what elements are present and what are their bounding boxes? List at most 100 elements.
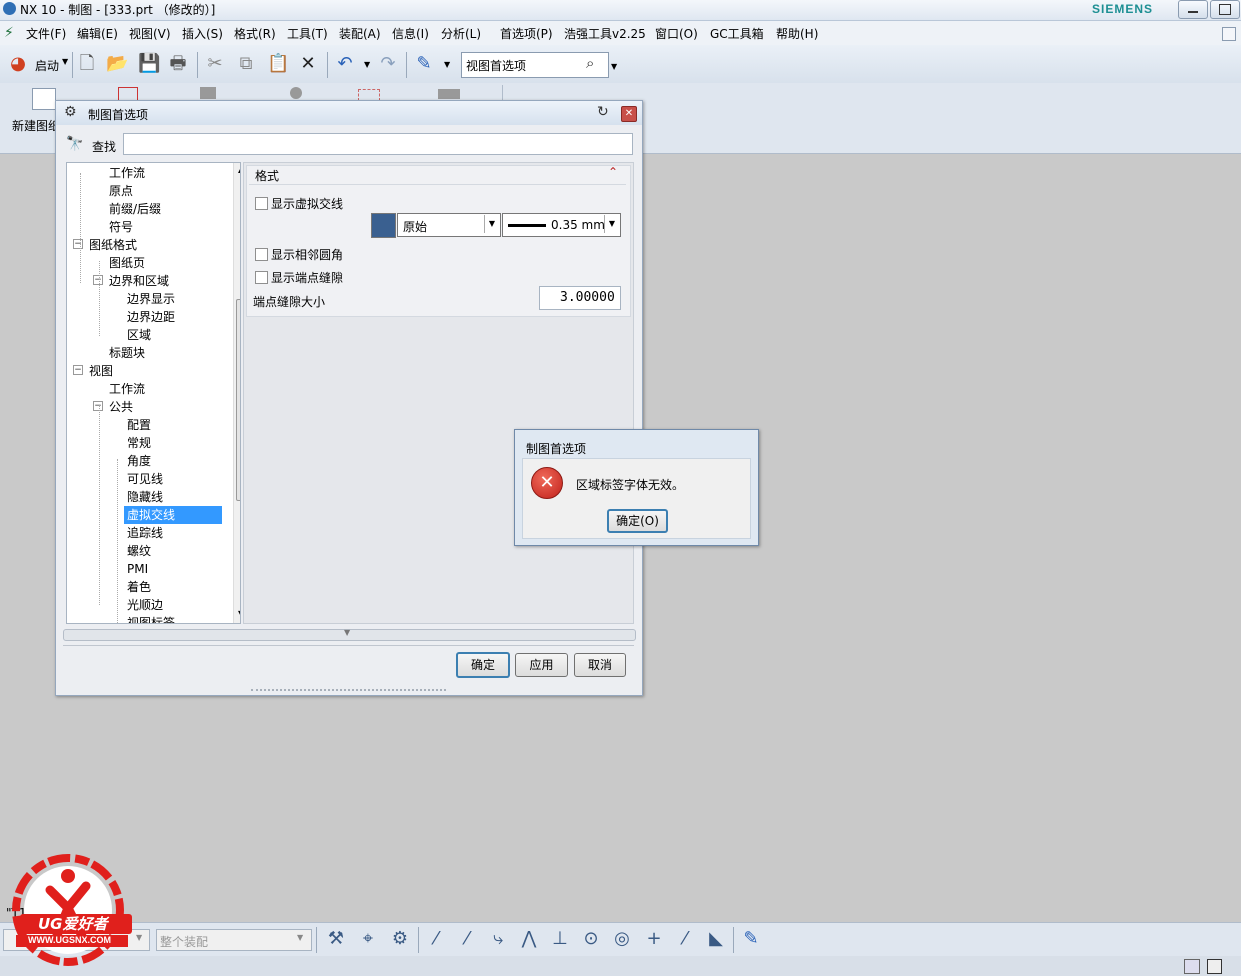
tree-item[interactable]: 前缀/后缀 bbox=[109, 200, 161, 218]
tree-item[interactable]: 工作流 bbox=[109, 380, 145, 398]
circle-point-icon[interactable]: ◎ bbox=[611, 928, 633, 950]
show-adjacent-fillet-label[interactable]: 显示相邻圆角 bbox=[271, 246, 343, 263]
show-adjacent-fillet-checkbox[interactable] bbox=[255, 248, 268, 261]
paste-icon[interactable]: 📋 bbox=[267, 54, 289, 74]
control-point-icon[interactable]: ⤷ bbox=[487, 928, 509, 950]
tree-item[interactable]: 视图 bbox=[89, 362, 113, 380]
tree-item[interactable]: 原点 bbox=[109, 182, 133, 200]
open-folder-icon[interactable]: 📂 bbox=[106, 54, 128, 74]
start-icon[interactable]: ◕ bbox=[8, 54, 28, 74]
tree-item[interactable]: 符号 bbox=[109, 218, 133, 236]
copy-icon[interactable]: ⧉ bbox=[236, 54, 256, 74]
select-all-icon[interactable]: ⚙ bbox=[389, 928, 411, 950]
close-button[interactable]: ✕ bbox=[621, 106, 637, 122]
ribbon-tool-icon[interactable] bbox=[438, 89, 460, 99]
new-file-icon[interactable]: 🗋 bbox=[77, 54, 97, 74]
tree-item[interactable]: 标题块 bbox=[109, 344, 145, 362]
resize-grip[interactable] bbox=[251, 689, 446, 694]
point-on-face-icon[interactable]: ◣ bbox=[705, 928, 727, 950]
reset-icon[interactable]: ↻ bbox=[597, 104, 609, 120]
print-icon[interactable]: 🖶 bbox=[168, 54, 188, 74]
point-on-curve-icon[interactable]: ⁄ bbox=[674, 928, 696, 950]
menu-file[interactable]: 文件(F) bbox=[26, 25, 66, 42]
intersection-icon[interactable]: ⋀ bbox=[518, 928, 540, 950]
quadrant-icon[interactable]: ⊙ bbox=[580, 928, 602, 950]
restore-button[interactable] bbox=[1210, 0, 1240, 19]
cancel-button[interactable]: 取消 bbox=[574, 653, 626, 677]
chevron-down-icon[interactable]: ▼ bbox=[484, 215, 499, 233]
fullscreen-icon[interactable] bbox=[1207, 959, 1222, 974]
scroll-thumb[interactable] bbox=[236, 299, 240, 501]
tree-item[interactable]: 配置 bbox=[127, 416, 151, 434]
tree-item[interactable]: 边界边距 bbox=[127, 308, 175, 326]
menu-help[interactable]: 帮助(H) bbox=[776, 25, 818, 42]
scroll-down-icon[interactable]: ▼ bbox=[238, 609, 240, 618]
toolbar-overflow-icon[interactable]: ▼ bbox=[611, 62, 617, 71]
start-button-label[interactable]: 启动 bbox=[35, 57, 59, 74]
endpoint-gap-size-input[interactable]: 3.00000 bbox=[539, 286, 621, 310]
delete-icon[interactable]: ✕ bbox=[298, 54, 318, 74]
tree-scrollbar[interactable]: ▲ ▼ bbox=[233, 163, 240, 623]
dialog-title-bar[interactable]: ⚙ 制图首选项 ↻ ✕ bbox=[56, 101, 642, 125]
grid-icon[interactable] bbox=[1184, 959, 1200, 974]
tree-item[interactable]: 虚拟交线 bbox=[124, 506, 222, 524]
save-icon[interactable]: 💾 bbox=[138, 54, 160, 74]
menu-view[interactable]: 视图(V) bbox=[129, 25, 171, 42]
tree-item[interactable]: 边界显示 bbox=[127, 290, 175, 308]
menu-gc-toolbox[interactable]: GC工具箱 bbox=[710, 25, 764, 42]
tree-item[interactable]: 追踪线 bbox=[127, 524, 163, 542]
menubar-minimize-button[interactable] bbox=[1222, 27, 1236, 41]
start-dropdown-icon[interactable]: ▼ bbox=[62, 57, 68, 66]
menu-haoqiang-tools[interactable]: 浩强工具v2.25 bbox=[564, 25, 646, 42]
redo-icon[interactable]: ↷ bbox=[378, 54, 398, 74]
new-sheet-label[interactable]: 新建图纸 bbox=[12, 117, 60, 134]
existing-point-icon[interactable]: + bbox=[643, 928, 665, 950]
new-sheet-icon[interactable] bbox=[32, 88, 56, 110]
menu-format[interactable]: 格式(R) bbox=[234, 25, 276, 42]
collapse-bar[interactable]: ▼ bbox=[63, 628, 636, 641]
tree-item[interactable]: 隐藏线 bbox=[127, 488, 163, 506]
chevron-down-icon[interactable]: ▼ bbox=[136, 933, 142, 942]
tree-item[interactable]: 角度 bbox=[127, 452, 151, 470]
menu-assembly[interactable]: 装配(A) bbox=[339, 25, 381, 42]
command-search-input[interactable]: 视图首选项 ⌕ bbox=[461, 52, 609, 78]
menu-analysis[interactable]: 分析(L) bbox=[441, 25, 481, 42]
show-endpoint-gap-checkbox[interactable] bbox=[255, 271, 268, 284]
tree-item[interactable]: 图纸页 bbox=[109, 254, 145, 272]
ok-button[interactable]: 确定 bbox=[456, 652, 510, 678]
ribbon-tool-icon[interactable] bbox=[200, 87, 216, 99]
search-icon[interactable]: ⌕ bbox=[586, 54, 594, 72]
selection-filter-icon[interactable]: ⚒ bbox=[325, 928, 347, 950]
error-ok-button[interactable]: 确定(O) bbox=[607, 509, 668, 533]
scroll-up-icon[interactable]: ▲ bbox=[238, 165, 240, 174]
show-virtual-intersection-checkbox[interactable] bbox=[255, 197, 268, 210]
chevron-down-icon[interactable]: ▼ bbox=[297, 933, 303, 942]
ribbon-view-icon[interactable] bbox=[118, 87, 138, 101]
undo-icon[interactable]: ↶ bbox=[335, 54, 355, 74]
apply-button[interactable]: 应用 bbox=[515, 653, 568, 677]
tree-collapse-icon[interactable]: − bbox=[93, 275, 103, 285]
tree-item[interactable]: 区域 bbox=[127, 326, 151, 344]
minimize-button[interactable] bbox=[1178, 0, 1208, 19]
find-input[interactable] bbox=[123, 133, 633, 155]
tree-item[interactable]: 图纸格式 bbox=[89, 236, 137, 254]
tree-item[interactable]: 着色 bbox=[127, 578, 151, 596]
assembly-filter-select[interactable]: 整个装配 ▼ bbox=[156, 929, 312, 951]
menu-insert[interactable]: 插入(S) bbox=[182, 25, 223, 42]
tree-item[interactable]: 边界和区域 bbox=[109, 272, 169, 290]
find-command-icon[interactable]: ✎ bbox=[740, 928, 762, 950]
tree-item[interactable]: 常规 bbox=[127, 434, 151, 452]
find-command-dropdown-icon[interactable]: ▼ bbox=[444, 60, 450, 69]
tree-item[interactable]: 工作流 bbox=[109, 164, 145, 182]
tree-item[interactable]: 可见线 bbox=[127, 470, 163, 488]
menu-info[interactable]: 信息(I) bbox=[392, 25, 429, 42]
show-endpoint-gap-label[interactable]: 显示端点缝隙 bbox=[271, 269, 343, 286]
font-select[interactable]: 原始 ▼ bbox=[397, 213, 501, 237]
find-command-icon[interactable]: ✎ bbox=[414, 54, 434, 74]
tree-item[interactable]: PMI bbox=[127, 560, 148, 578]
undo-dropdown-icon[interactable]: ▼ bbox=[364, 60, 370, 69]
chevron-down-icon[interactable]: ▼ bbox=[604, 215, 619, 233]
menu-preferences[interactable]: 首选项(P) bbox=[500, 25, 553, 42]
menu-tools[interactable]: 工具(T) bbox=[287, 25, 328, 42]
tree-collapse-icon[interactable]: − bbox=[93, 401, 103, 411]
